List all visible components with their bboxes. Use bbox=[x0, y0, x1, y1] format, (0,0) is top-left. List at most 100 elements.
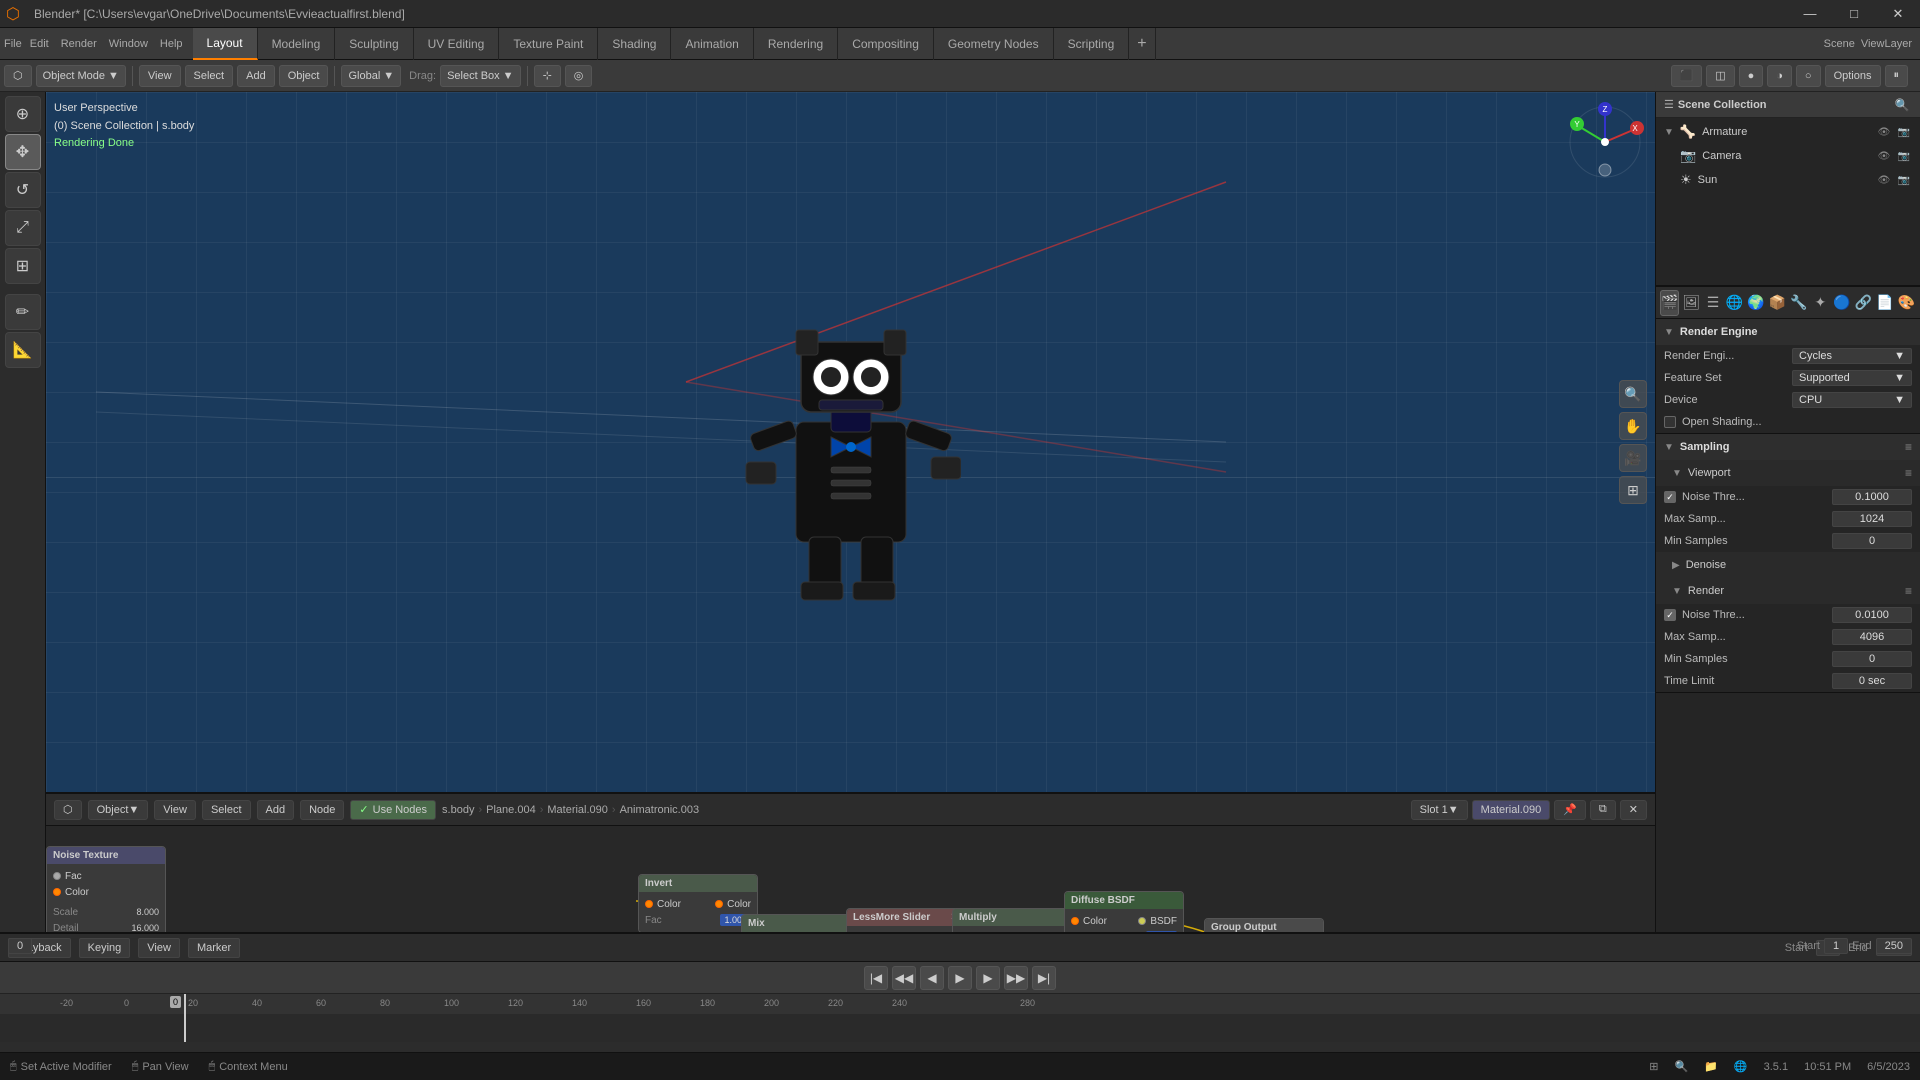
marker-menu[interactable]: Marker bbox=[188, 938, 240, 958]
jump-to-start-button[interactable]: |◀ bbox=[864, 966, 888, 990]
outliner-filter-button[interactable]: 🔍 bbox=[1892, 95, 1912, 115]
close-button[interactable]: ✕ bbox=[1876, 0, 1920, 28]
move-tool[interactable]: ✥ bbox=[5, 134, 41, 170]
scene-selector[interactable]: Scene bbox=[1824, 38, 1855, 50]
start-frame-display[interactable]: 1 bbox=[1824, 938, 1848, 954]
sampling-header[interactable]: ▼ Sampling ≡ bbox=[1656, 434, 1920, 460]
camera-visibility-icon[interactable]: 👁 bbox=[1876, 148, 1892, 164]
material-preview-button[interactable]: ◑ bbox=[1767, 65, 1792, 87]
tab-modeling[interactable]: Modeling bbox=[258, 28, 336, 60]
modifier-props-icon[interactable]: 🔧 bbox=[1789, 290, 1808, 316]
tab-shading[interactable]: Shading bbox=[598, 28, 671, 60]
node-add-menu[interactable]: Add bbox=[257, 800, 295, 820]
render-props-icon[interactable]: 🎬 bbox=[1660, 290, 1679, 316]
3d-viewport[interactable]: User Perspective (0) Scene Collection | … bbox=[46, 92, 1655, 792]
render-noise-check[interactable] bbox=[1664, 609, 1676, 621]
node-node-menu[interactable]: Node bbox=[300, 800, 344, 820]
node-material-selector[interactable]: Material.090 bbox=[1472, 800, 1551, 820]
menu-render[interactable]: Render bbox=[61, 38, 97, 50]
zoom-in-button[interactable]: 🔍 bbox=[1619, 380, 1647, 408]
options-button[interactable]: Options bbox=[1825, 65, 1881, 87]
camera-render-icon[interactable]: 📷 bbox=[1896, 148, 1912, 164]
outliner-item-armature[interactable]: ▼ 🦴 Armature 👁 📷 bbox=[1656, 120, 1920, 144]
data-props-icon[interactable]: 📄 bbox=[1875, 290, 1894, 316]
orientation-dropdown[interactable]: Global ▼ bbox=[341, 65, 401, 87]
menu-file[interactable]: File bbox=[4, 38, 22, 50]
play-button[interactable]: ▶ bbox=[948, 966, 972, 990]
particles-props-icon[interactable]: ✦ bbox=[1811, 290, 1830, 316]
render-subsection-header[interactable]: ▼ Render ≡ bbox=[1656, 578, 1920, 604]
tab-geometry[interactable]: Geometry Nodes bbox=[934, 28, 1054, 60]
grid-view-button[interactable]: ⊞ bbox=[1619, 476, 1647, 504]
render-time-limit-value[interactable]: 0 sec bbox=[1832, 673, 1912, 689]
node-pin-button[interactable]: 📌 bbox=[1554, 800, 1586, 820]
tab-uv[interactable]: UV Editing bbox=[414, 28, 500, 60]
menu-edit[interactable]: Edit bbox=[30, 38, 49, 50]
open-shading-checkbox[interactable] bbox=[1664, 416, 1676, 428]
proportional-edit-button[interactable]: ◎ bbox=[565, 65, 593, 87]
outliner-item-camera[interactable]: 📷 Camera 👁 📷 bbox=[1656, 144, 1920, 168]
menu-help[interactable]: Help bbox=[160, 38, 183, 50]
denoise-header[interactable]: ▶ Denoise bbox=[1656, 552, 1920, 578]
end-frame-display[interactable]: 250 bbox=[1876, 938, 1912, 954]
menu-window[interactable]: Window bbox=[109, 38, 148, 50]
maximize-button[interactable]: □ bbox=[1832, 0, 1876, 28]
material-props-icon[interactable]: 🎨 bbox=[1896, 290, 1915, 316]
step-back-button[interactable]: ◀ bbox=[920, 966, 944, 990]
measure-tool[interactable]: 📐 bbox=[5, 332, 41, 368]
output-props-icon[interactable]: 🖼 bbox=[1681, 290, 1701, 316]
timeline-track[interactable] bbox=[0, 1014, 1920, 1042]
view-menu[interactable]: View bbox=[139, 65, 181, 87]
pause-button[interactable]: ⏸ bbox=[1885, 65, 1909, 87]
annotate-tool[interactable]: ✏ bbox=[5, 294, 41, 330]
render-sub-options-icon[interactable]: ≡ bbox=[1905, 584, 1912, 598]
timeline-ruler[interactable]: -20 0 20 40 60 80 100 120 140 160 180 20… bbox=[0, 994, 1920, 1014]
viewport-gizmo[interactable]: X Y Z bbox=[1565, 102, 1645, 182]
tab-compositing[interactable]: Compositing bbox=[838, 28, 934, 60]
tab-sculpting[interactable]: Sculpting bbox=[335, 28, 413, 60]
current-frame-field[interactable]: 0 bbox=[8, 938, 32, 954]
render-engine-header[interactable]: ▼ Render Engine bbox=[1656, 319, 1920, 345]
tab-rendering[interactable]: Rendering bbox=[754, 28, 838, 60]
camera-view-button[interactable]: 🎥 bbox=[1619, 444, 1647, 472]
armature-visibility-icon[interactable]: 👁 bbox=[1876, 124, 1892, 140]
physics-props-icon[interactable]: 🔵 bbox=[1832, 290, 1851, 316]
device-dropdown[interactable]: CPU ▼ bbox=[1792, 392, 1912, 408]
world-props-icon[interactable]: 🌍 bbox=[1746, 290, 1765, 316]
add-workspace-button[interactable]: + bbox=[1129, 28, 1155, 60]
viewport-options-icon[interactable]: ≡ bbox=[1905, 466, 1912, 480]
object-mode-dropdown[interactable]: Object Mode ▼ bbox=[36, 65, 126, 87]
tab-animation[interactable]: Animation bbox=[671, 28, 753, 60]
outliner-item-sun[interactable]: ☀ Sun 👁 📷 bbox=[1656, 168, 1920, 192]
invert1-node[interactable]: Invert ColorColor Fac 1.000 bbox=[638, 874, 758, 933]
view-menu-timeline[interactable]: View bbox=[138, 938, 180, 958]
viewport-min-samp-value[interactable]: 0 bbox=[1832, 533, 1912, 549]
viewport-max-samp-value[interactable]: 1024 bbox=[1832, 511, 1912, 527]
transform-tool[interactable]: ⊞ bbox=[5, 248, 41, 284]
scale-tool[interactable]: ⤢ bbox=[5, 210, 41, 246]
snap-button[interactable]: ⊹ bbox=[534, 65, 561, 87]
node-slot-dropdown[interactable]: Slot 1 ▼ bbox=[1411, 800, 1468, 820]
select-menu[interactable]: Select bbox=[185, 65, 234, 87]
drag-dropdown[interactable]: Select Box ▼ bbox=[440, 65, 520, 87]
scene-props-icon[interactable]: 🌐 bbox=[1725, 290, 1744, 316]
render-engine-dropdown[interactable]: Cycles ▼ bbox=[1792, 348, 1912, 364]
viewport-noise-check[interactable] bbox=[1664, 491, 1676, 503]
keying-menu[interactable]: Keying bbox=[79, 938, 131, 958]
object-props-icon[interactable]: 📦 bbox=[1768, 290, 1787, 316]
node-close-button[interactable]: ✕ bbox=[1620, 800, 1647, 820]
use-nodes-toggle[interactable]: ✓ Use Nodes bbox=[350, 800, 436, 820]
armature-camera-icon[interactable]: 📷 bbox=[1896, 124, 1912, 140]
jump-to-end-button[interactable]: ▶| bbox=[1032, 966, 1056, 990]
constraints-props-icon[interactable]: 🔗 bbox=[1854, 290, 1873, 316]
hand-tool-button[interactable]: ✋ bbox=[1619, 412, 1647, 440]
xray-button[interactable]: ◫ bbox=[1706, 65, 1734, 87]
overlay-button[interactable]: ⬛ bbox=[1671, 65, 1703, 87]
cursor-tool[interactable]: ⊕ bbox=[5, 96, 41, 132]
node-select-menu[interactable]: Select bbox=[202, 800, 251, 820]
solid-shading-button[interactable]: ● bbox=[1739, 65, 1764, 87]
jump-forward-button[interactable]: ▶▶ bbox=[1004, 966, 1028, 990]
sampling-options-icon[interactable]: ≡ bbox=[1905, 440, 1912, 454]
jump-back-button[interactable]: ◀◀ bbox=[892, 966, 916, 990]
node-object-dropdown[interactable]: Object ▼ bbox=[88, 800, 149, 820]
